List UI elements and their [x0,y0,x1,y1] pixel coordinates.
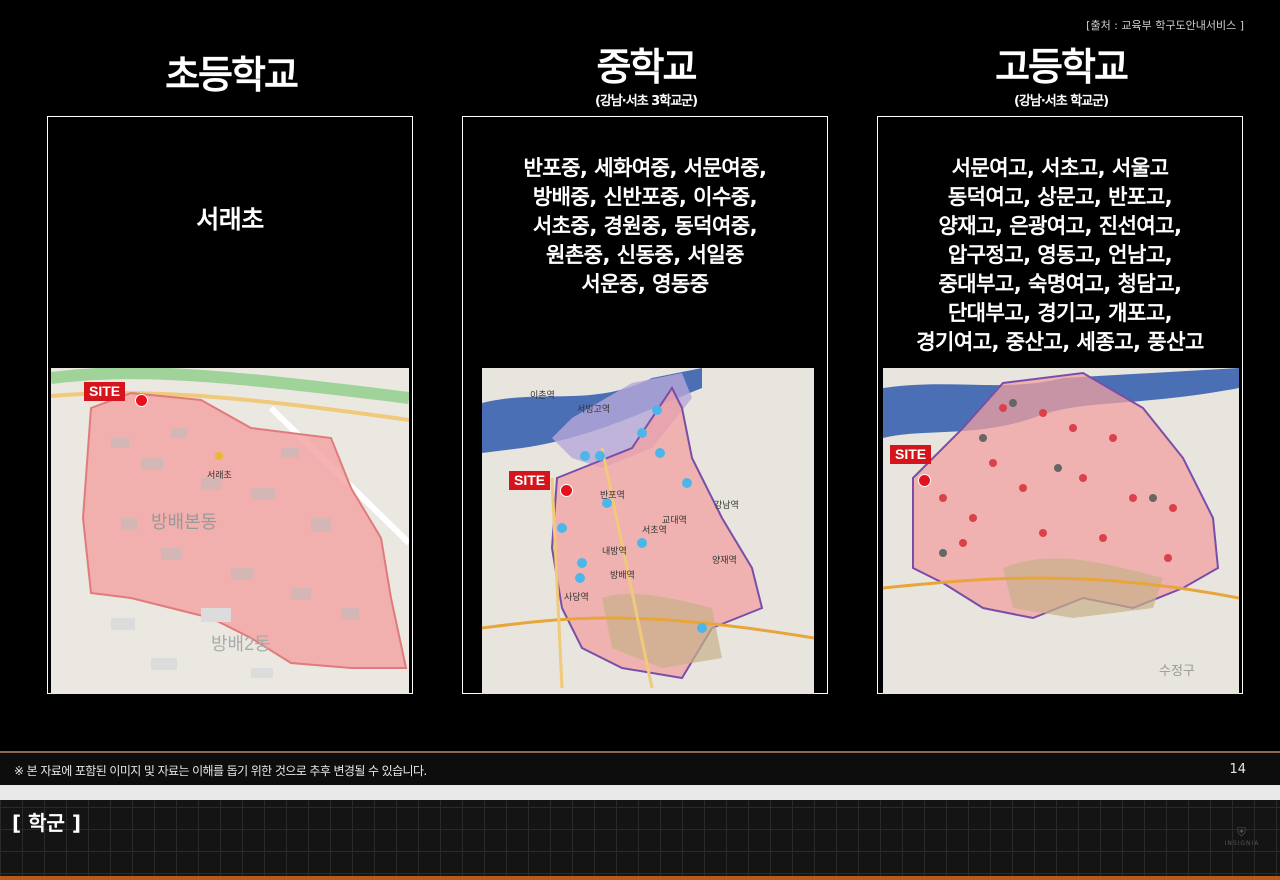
elementary-school-list: 서래초 [48,205,412,234]
site-badge: SITE [509,471,551,490]
shield-icon: ⛨ [1236,825,1247,839]
school-line: 양재고, 은광여고, 진선여고, [938,214,1182,238]
map-label: 방배2동 [211,634,271,654]
map-label: 방배본동 [151,512,218,532]
middle-school-list: 반포중, 세화여중, 서문여중, 방배중, 신반포중, 이수중, 서초중, 경원… [463,154,827,299]
site-badge: SITE [890,445,932,464]
map-label: 양재역 [712,555,737,565]
band-top-line [0,785,1280,800]
middle-subtitle: (강남·서초 3학교군) [594,94,698,109]
school-line: 중대부고, 숙명여고, 청담고, [938,272,1182,296]
bottom-accent-line [0,876,1280,880]
elementary-panel: 서래초 방배본동 방배2동 서래초 SITE [47,116,413,694]
school-line: 반포중, 세화여중, 서문여중, [523,156,767,180]
map-label: 강남역 [714,500,739,510]
school-line: 단대부고, 경기고, 개포고, [947,301,1173,325]
map-label: 사당역 [564,592,589,602]
site-badge: SITE [84,382,126,401]
middle-panel: 반포중, 세화여중, 서문여중, 방배중, 신반포중, 이수중, 서초중, 경원… [462,116,828,694]
elementary-header: 초등학교 [46,53,416,97]
source-note: [출처 : 교육부 학구도안내서비스 ] [1086,19,1244,32]
school-line: 서문여고, 서초고, 서울고 [951,156,1169,180]
map-label: 내방역 [602,546,627,556]
disclaimer: ※ 본 자료에 포함된 이미지 및 자료는 이해를 돕기 위한 것으로 추후 변… [14,764,427,778]
bottom-band: [ 학군 ] ⛨ INSIGNIA [0,785,1280,880]
map-label: 방배역 [610,570,635,580]
brand-name: INSIGNIA [1224,840,1260,847]
high-subtitle: (강남·서초 학교군) [1013,94,1109,109]
section-title: [ 학군 ] [12,811,82,835]
school-line: 방배중, 신반포중, 이수중, [532,185,758,209]
map-label: 서빙고역 [577,404,611,414]
school-line: 경기여고, 중산고, 세종고, 풍산고 [916,330,1204,354]
school-line: 서초중, 경원중, 동덕여중, [532,214,758,238]
site-marker [918,474,931,487]
school-line: 원촌중, 신동중, 서일중 [546,243,744,267]
brand-logo: ⛨ INSIGNIA [1222,825,1262,847]
middle-map: 이촌역 서빙고역 반포역 강남역 양재역 서초역 교대역 방배역 사당역 내방역… [482,368,814,694]
high-school-list: 서문여고, 서초고, 서울고 동덕여고, 상문고, 반포고, 양재고, 은광여고… [878,154,1242,357]
middle-header: 중학교 (강남·서초 3학교군) [461,45,831,109]
school-line: 서운중, 영동중 [581,272,709,296]
school-line: 서래초 [196,205,264,234]
map-label: 교대역 [662,515,687,525]
page-number: 14 [1229,762,1246,777]
elementary-map: 방배본동 방배2동 서래초 SITE [51,368,409,694]
map-label: 이촌역 [530,390,555,400]
footer-bar: ※ 본 자료에 포함된 이미지 및 자료는 이해를 돕기 위한 것으로 추후 변… [0,753,1280,785]
site-marker [560,484,573,497]
elementary-title: 초등학교 [165,53,299,97]
site-marker [135,394,148,407]
high-header: 고등학교 (강남·서초 학교군) [876,45,1246,109]
high-title: 고등학교 [995,45,1129,89]
high-map: 수정구 SITE [883,368,1239,694]
map-label: 수정구 [1159,663,1195,678]
map-label: 반포역 [600,490,625,500]
school-line: 압구정고, 영동고, 언남고, [947,243,1173,267]
map-label: 서래초 [207,470,232,480]
school-line: 동덕여고, 상문고, 반포고, [947,185,1173,209]
middle-title: 중학교 [596,45,698,89]
high-panel: 서문여고, 서초고, 서울고 동덕여고, 상문고, 반포고, 양재고, 은광여고… [877,116,1243,694]
